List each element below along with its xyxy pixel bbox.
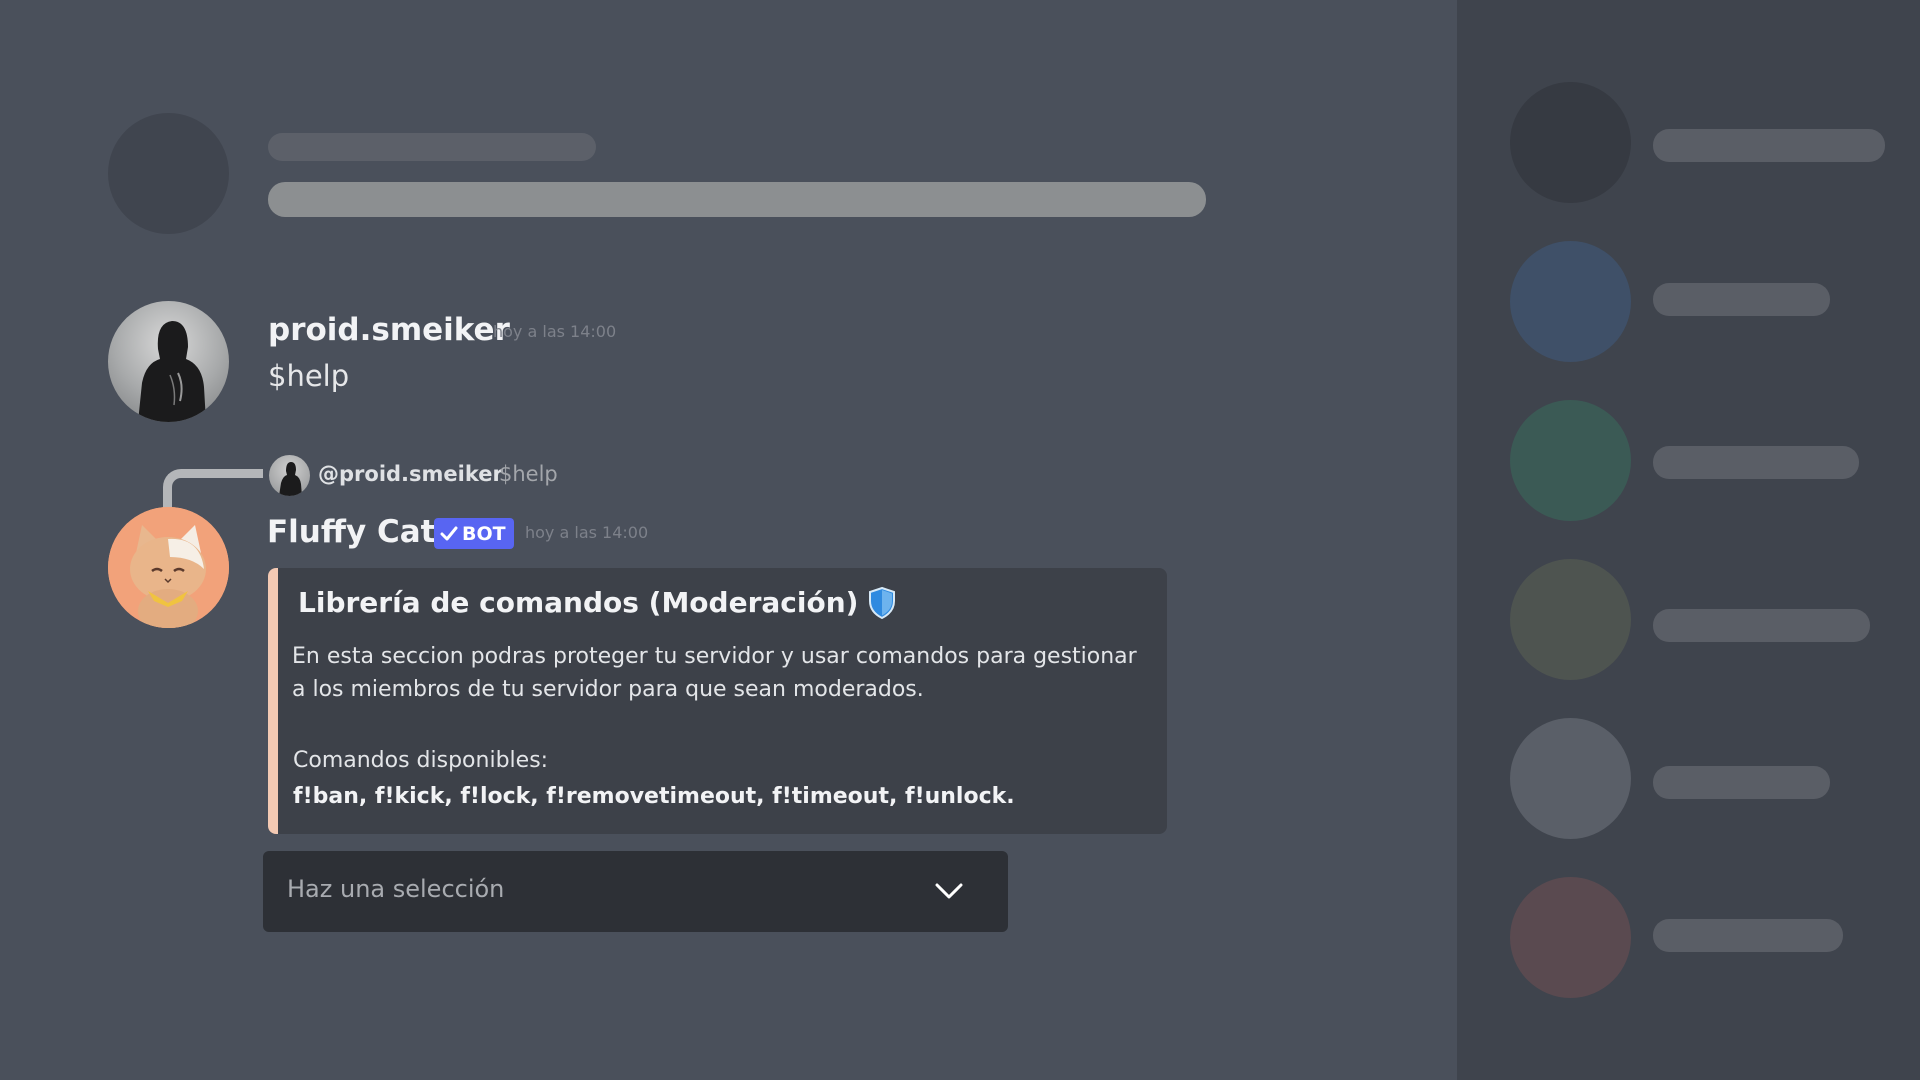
message-timestamp: hoy a las 14:00 bbox=[525, 523, 649, 542]
message-content: $help bbox=[268, 359, 350, 393]
embed-field-value: f!ban, f!kick, f!lock, f!removetimeout, … bbox=[293, 784, 1015, 809]
shield-icon bbox=[869, 586, 896, 619]
bot-badge-label: BOT bbox=[462, 522, 506, 545]
embed-field-label: Comandos disponibles: bbox=[293, 748, 549, 773]
chevron-down-icon[interactable] bbox=[934, 879, 964, 903]
member-name-placeholder bbox=[1653, 609, 1870, 642]
member-name-placeholder bbox=[1653, 129, 1885, 162]
embed-title-text: Librería de comandos (Moderación) bbox=[298, 586, 859, 619]
reply-avatar-image bbox=[279, 462, 302, 496]
member-name-placeholder bbox=[1653, 766, 1830, 799]
placeholder-avatar bbox=[108, 113, 229, 234]
reply-content[interactable]: $help bbox=[499, 462, 558, 486]
member-avatar[interactable] bbox=[1510, 241, 1631, 362]
reply-mention[interactable]: @proid.smeiker bbox=[318, 462, 503, 486]
message-author[interactable]: Fluffy Cat bbox=[267, 514, 435, 550]
embed-description: En esta seccion podras proteger tu servi… bbox=[292, 644, 1137, 702]
select-placeholder: Haz una selección bbox=[287, 875, 505, 903]
member-name-placeholder bbox=[1653, 283, 1830, 316]
member-avatar[interactable] bbox=[1510, 559, 1631, 680]
placeholder-line bbox=[268, 133, 596, 161]
embed-card: Librería de comandos (Moderación) En est… bbox=[268, 568, 1167, 834]
message-timestamp: hoy a las 14:00 bbox=[493, 322, 617, 341]
chat-area: proid.smeiker hoy a las 14:00 $help @pro… bbox=[0, 0, 1457, 1080]
member-name-placeholder bbox=[1653, 919, 1843, 952]
placeholder-line bbox=[268, 182, 1206, 217]
bot-avatar[interactable] bbox=[108, 507, 229, 628]
message-author[interactable]: proid.smeiker bbox=[268, 312, 510, 348]
embed-title: Librería de comandos (Moderación) bbox=[298, 586, 896, 619]
embed-accent-bar bbox=[268, 568, 278, 834]
member-avatar[interactable] bbox=[1510, 718, 1631, 839]
member-avatar[interactable] bbox=[1510, 877, 1631, 998]
user-avatar-image bbox=[138, 321, 206, 422]
checkmark-icon bbox=[440, 526, 458, 540]
reply-avatar[interactable] bbox=[269, 455, 310, 496]
member-avatar[interactable] bbox=[1510, 400, 1631, 521]
bot-badge: BOT bbox=[434, 518, 514, 549]
reply-connector bbox=[163, 469, 263, 509]
avatar[interactable] bbox=[108, 301, 229, 422]
member-avatar[interactable] bbox=[1510, 82, 1631, 203]
select-menu[interactable]: Haz una selección bbox=[263, 851, 1008, 932]
cat-avatar-image bbox=[108, 507, 229, 628]
member-name-placeholder bbox=[1653, 446, 1859, 479]
